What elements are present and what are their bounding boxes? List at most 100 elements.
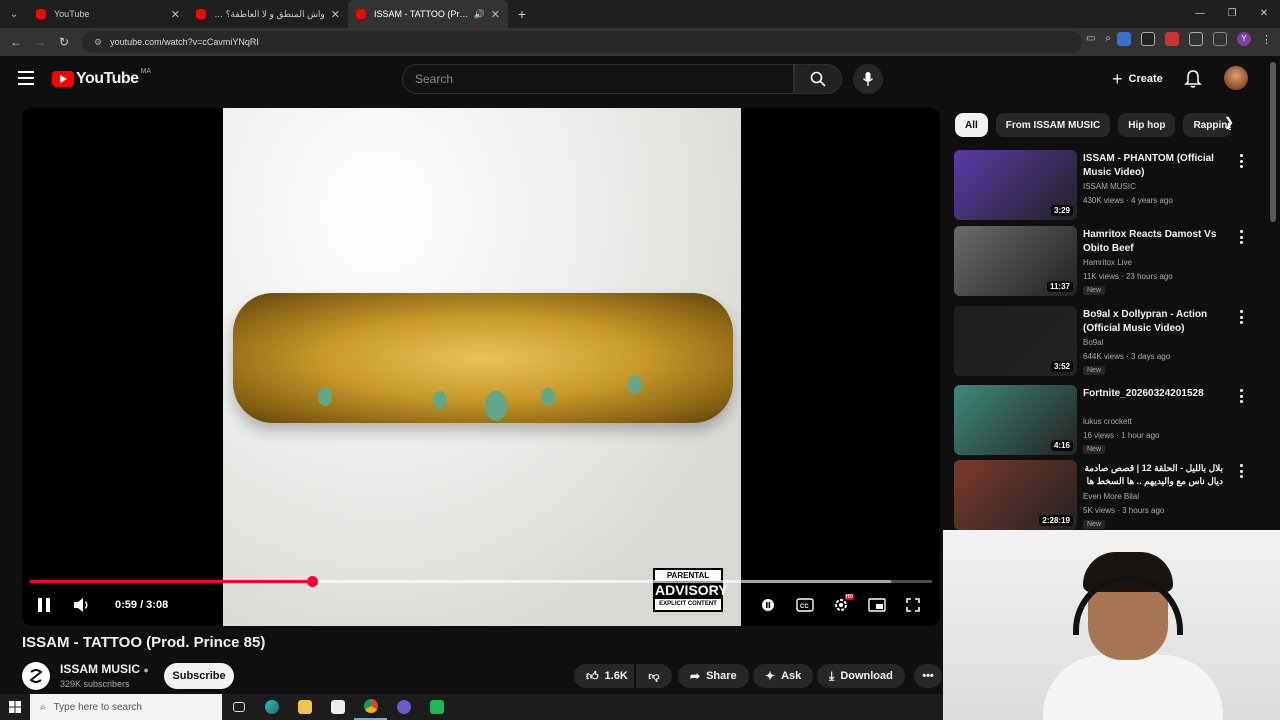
close-tab-icon[interactable]: ✕ (171, 8, 180, 21)
like-count: 1.6K (604, 670, 628, 682)
ask-button[interactable]: ✦ Ask (753, 664, 814, 688)
edge-taskbar-button[interactable] (255, 694, 288, 720)
search-button[interactable] (794, 64, 842, 94)
recommended-video-title[interactable]: ISSAM - PHANTOM (Official Music Video) (1083, 152, 1223, 180)
audio-playing-icon[interactable]: 🔊 (474, 9, 485, 20)
download-button[interactable]: ⤓ Download (817, 664, 905, 688)
recommended-channel-name[interactable]: Hamritox Live (1083, 258, 1132, 267)
video-thumbnail[interactable]: 3:29 (954, 150, 1077, 220)
guide-menu-icon[interactable] (18, 71, 34, 85)
reload-button[interactable]: ↻ (52, 35, 76, 49)
recommended-channel-name[interactable]: Bo9al (1083, 338, 1103, 347)
recommended-video[interactable]: 11:37 Hamritox Reacts Damost Vs Obito Bee… (954, 226, 1243, 298)
chip-all[interactable]: All (955, 113, 988, 137)
minimize-window-button[interactable]: — (1184, 0, 1216, 28)
more-vertical-icon[interactable] (1240, 154, 1244, 168)
close-tab-icon[interactable]: ✕ (491, 8, 500, 21)
tab-title: واش المنطق و لا العاطفة؟ أول لا... (214, 8, 325, 19)
youtube-logo[interactable]: YouTube MA (52, 68, 151, 88)
new-tab-button[interactable]: + (508, 6, 536, 22)
media-control-icon[interactable] (1213, 32, 1227, 46)
recommended-video-title[interactable]: Bo9al x Dollypran - Action (Official Mus… (1083, 308, 1223, 336)
chip-hip-hop[interactable]: Hip hop (1118, 113, 1176, 137)
subscribe-button[interactable]: Subscribe (164, 663, 234, 689)
video-duration: 11:37 (1046, 281, 1073, 292)
search-input[interactable]: Search (402, 64, 794, 94)
recommended-video[interactable]: 3:52 Bo9al x Dollypran - Action (Official… (954, 306, 1243, 378)
more-vertical-icon[interactable] (1240, 230, 1244, 244)
restore-window-button[interactable]: ❐ (1216, 0, 1248, 28)
browser-tab[interactable]: YouTube ✕ (28, 0, 188, 28)
more-vertical-icon[interactable] (1240, 389, 1244, 403)
recommended-video-title[interactable]: Hamritox Reacts Damost Vs Obito Beef (1083, 228, 1223, 256)
gem (318, 388, 332, 406)
like-button[interactable]: 👍︎ 1.6K (574, 664, 634, 688)
browser-tab-active[interactable]: ISSAM - TATTOO (Prod. Prin... 🔊 ✕ (348, 0, 508, 28)
forward-button[interactable]: → (28, 35, 52, 49)
channel-avatar[interactable] (22, 662, 50, 690)
progress-bar[interactable] (30, 576, 932, 587)
more-actions-button[interactable]: ••• (914, 664, 942, 688)
close-window-button[interactable]: ✕ (1248, 0, 1280, 28)
pause-button[interactable] (36, 595, 52, 615)
chevron-right-icon[interactable]: ❯ (1224, 115, 1234, 129)
extensions-puzzle-icon[interactable] (1189, 32, 1203, 46)
recommended-channel-name[interactable]: Even More Bilal (1083, 492, 1139, 501)
browser-tab[interactable]: واش المنطق و لا العاطفة؟ أول لا... ✕ (188, 0, 348, 28)
dislike-button[interactable]: 👎︎ (636, 664, 672, 688)
extension-icon[interactable] (1165, 32, 1179, 46)
page-scrollbar[interactable] (1270, 62, 1276, 222)
back-button[interactable]: ← (4, 35, 28, 49)
filter-chips: All From ISSAM MUSIC Hip hop Rapping (955, 113, 1232, 137)
profile-avatar[interactable]: Y (1237, 32, 1251, 46)
close-tab-icon[interactable]: ✕ (331, 8, 340, 21)
more-vertical-icon[interactable] (1240, 310, 1244, 324)
channel-name[interactable]: ISSAM MUSIC ● (60, 662, 149, 676)
video-player[interactable]: PARENTAL ADVISORY EXPLICIT CONTENT 0:59 … (22, 108, 940, 626)
video-thumbnail[interactable]: 2:28:19 (954, 460, 1077, 530)
voice-search-button[interactable] (853, 64, 883, 94)
file-explorer-button[interactable] (288, 694, 321, 720)
recommended-video-title[interactable]: Fortnite_20260324201528 (1083, 387, 1223, 401)
translate-extension-icon[interactable] (1117, 32, 1131, 46)
recommended-video[interactable]: 2:28:19 بلال بالليل - الحلقة 12 | قصص صاد… (954, 460, 1243, 532)
account-avatar[interactable] (1224, 66, 1248, 90)
recommended-channel-name[interactable]: lukus crockett (1083, 417, 1132, 426)
recommended-video-title[interactable]: بلال بالليل - الحلقة 12 | قصص صادمة ديال… (1083, 462, 1223, 490)
sparkle-icon: ✦ (765, 669, 776, 683)
settings-gear-icon[interactable]: HD (830, 594, 854, 616)
video-thumbnail[interactable]: 3:52 (954, 306, 1077, 376)
start-button[interactable] (0, 701, 30, 713)
mute-button[interactable] (72, 595, 92, 615)
store-button[interactable] (321, 694, 354, 720)
app-icon (429, 700, 444, 714)
site-info-icon[interactable]: ⚙ (94, 37, 102, 48)
extension-icon[interactable] (1141, 32, 1155, 46)
browser-menu-icon[interactable]: ⋮ (1261, 33, 1272, 46)
obs-taskbar-button[interactable] (387, 694, 420, 720)
video-thumbnail[interactable]: 4:16 (954, 385, 1077, 455)
captions-icon[interactable]: CC (794, 594, 816, 616)
more-vertical-icon[interactable] (1240, 464, 1244, 478)
cast-icon[interactable]: ▭ (1086, 33, 1095, 44)
recommended-video[interactable]: 3:29 ISSAM - PHANTOM (Official Music Vide… (954, 150, 1243, 222)
recommended-video[interactable]: 4:16 Fortnite_20260324201528lukus crocket… (954, 385, 1243, 457)
share-button[interactable]: ➦ Share (678, 664, 749, 688)
taskbar-search-input[interactable]: ⌕ Type here to search (30, 694, 222, 720)
tab-search-button[interactable]: ⌄ (0, 0, 28, 28)
time-display: 0:59 / 3:08 (115, 599, 169, 611)
task-view-button[interactable] (222, 694, 255, 720)
chrome-taskbar-button[interactable] (354, 694, 387, 720)
chip-from-channel[interactable]: From ISSAM MUSIC (995, 113, 1111, 137)
create-button[interactable]: + Create (1102, 66, 1173, 92)
zoom-icon[interactable]: ⌕ (1105, 33, 1111, 44)
recommended-channel-name[interactable]: ISSAM MUSIC (1083, 182, 1136, 191)
autoplay-toggle-icon[interactable] (758, 594, 780, 616)
app-taskbar-button[interactable] (420, 694, 453, 720)
notifications-bell-icon[interactable] (1184, 69, 1202, 89)
fullscreen-icon[interactable] (902, 594, 924, 616)
new-badge: New (1083, 286, 1106, 295)
video-thumbnail[interactable]: 11:37 (954, 226, 1077, 296)
miniplayer-icon[interactable] (866, 594, 888, 616)
address-bar[interactable]: ⚙ youtube.com/watch?v=cCavmiYNqRI (82, 31, 1082, 53)
